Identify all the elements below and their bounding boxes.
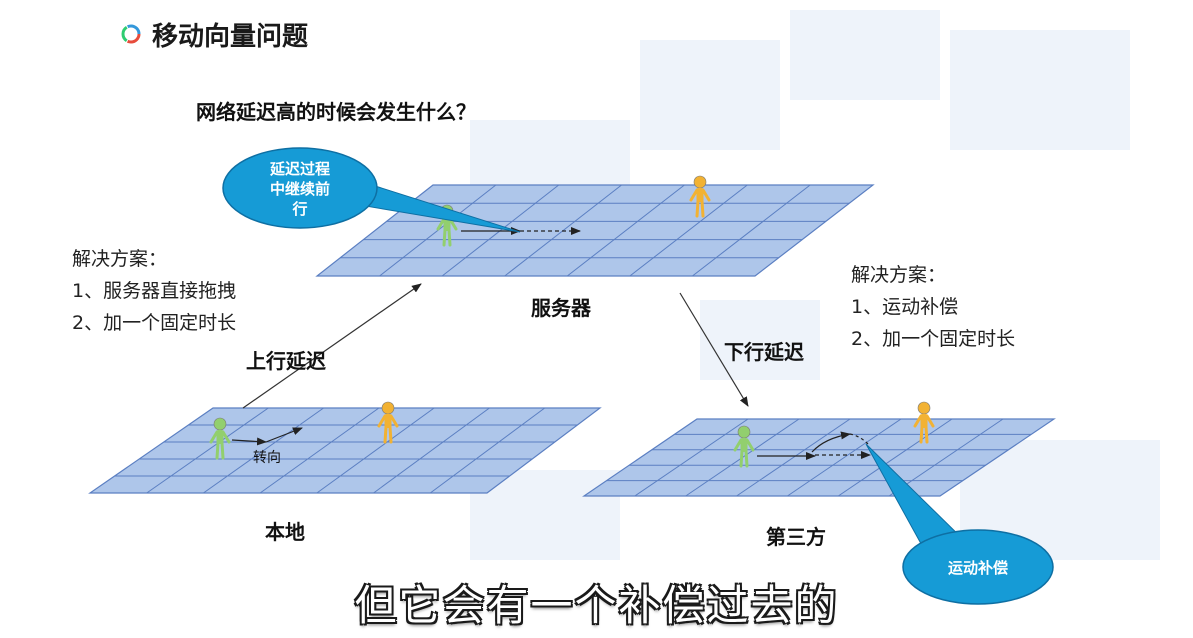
- solutions-right: 解决方案： 1、运动补偿 2、加一个固定时长: [851, 259, 1015, 355]
- downlink-label: 下行延迟: [724, 340, 804, 364]
- grid-plane-surface: [88, 407, 602, 494]
- figure-leg: [700, 199, 705, 218]
- figure-leg: [695, 199, 700, 218]
- figure-leg: [220, 441, 225, 460]
- solutions-left: 解决方案： 1、服务器直接拖拽 2、加一个固定时长: [72, 243, 236, 339]
- figure-head: [737, 425, 751, 439]
- figure-leg: [739, 449, 744, 468]
- solutions-right-item: 2、加一个固定时长: [851, 328, 1016, 350]
- callout-line: 中继续前: [269, 180, 330, 198]
- server-delay-callout-text: 延迟过程 中继续前 行: [255, 159, 345, 219]
- figure-leg: [388, 425, 393, 444]
- local-label: 本地: [265, 520, 305, 544]
- figure-head: [381, 401, 395, 415]
- third-party-label: 第三方: [766, 525, 826, 549]
- uplink-label: 上行延迟: [246, 349, 326, 373]
- figure-leg: [919, 425, 924, 444]
- figure-leg: [215, 441, 220, 460]
- server-label: 服务器: [531, 296, 591, 320]
- callout-line: 延迟过程: [269, 160, 330, 178]
- video-subtitle: 但它会有一个补偿过去的: [353, 580, 839, 631]
- solutions-left-heading: 解决方案：: [72, 248, 168, 270]
- callout-line: 行: [292, 200, 308, 218]
- solutions-left-item: 1、服务器直接拖拽: [72, 280, 237, 302]
- solutions-left-item: 2、加一个固定时长: [72, 312, 237, 334]
- figure-leg: [924, 425, 929, 444]
- solutions-right-item: 1、运动补偿: [851, 296, 959, 318]
- figure-head: [693, 175, 707, 189]
- local-plane: [88, 407, 602, 494]
- grid-plane-surface: [582, 418, 1056, 497]
- figure-leg: [442, 228, 447, 247]
- figure-head: [917, 401, 931, 415]
- figure-leg: [383, 425, 388, 444]
- solutions-right-heading: 解决方案：: [851, 264, 947, 286]
- turn-label: 转向: [253, 450, 281, 466]
- figure-leg: [744, 449, 749, 468]
- third-party-plane: [582, 418, 1056, 497]
- figure-head: [213, 417, 227, 431]
- figure-leg: [447, 228, 452, 247]
